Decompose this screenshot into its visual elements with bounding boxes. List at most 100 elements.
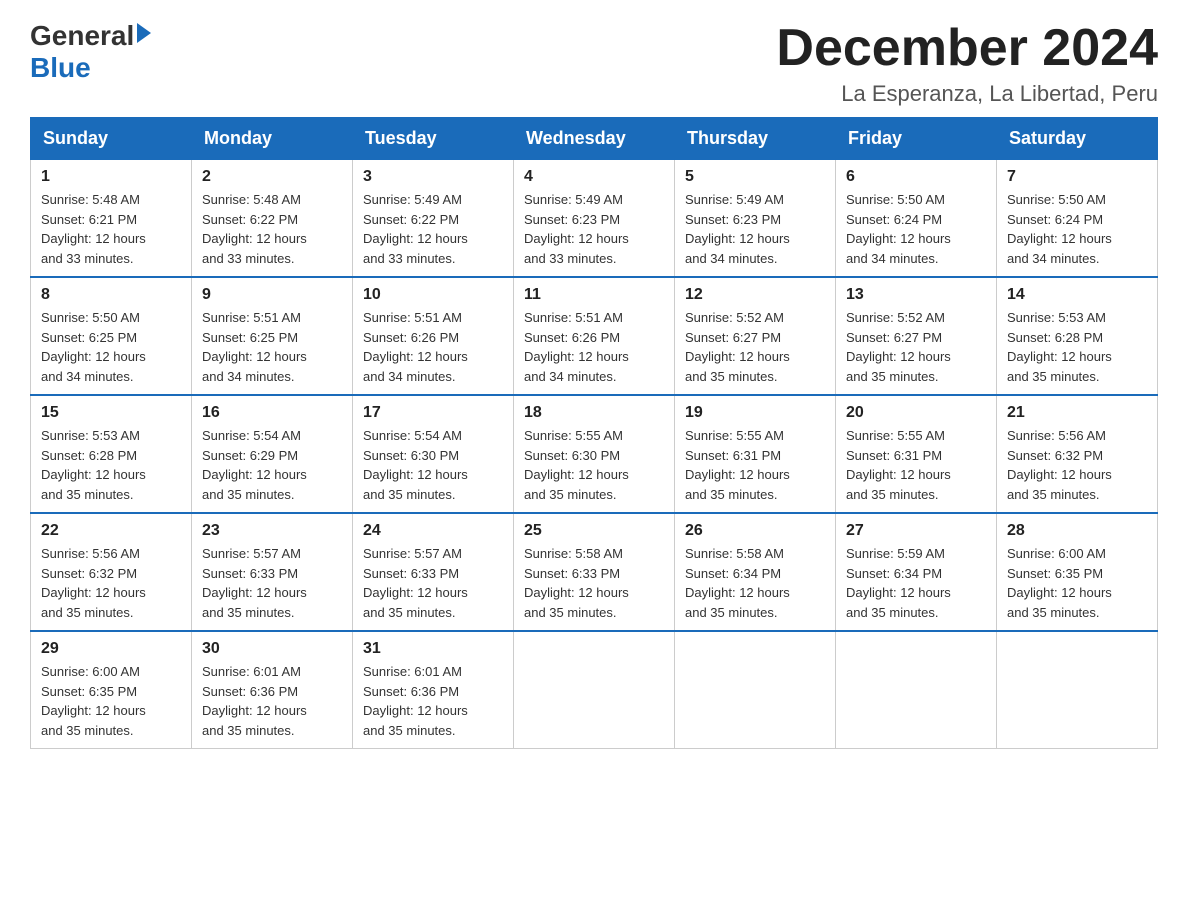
day-number: 20: [846, 404, 986, 422]
day-info: Sunrise: 5:53 AMSunset: 6:28 PMDaylight:…: [41, 428, 146, 502]
calendar-header-row: SundayMondayTuesdayWednesdayThursdayFrid…: [31, 118, 1158, 160]
day-info: Sunrise: 5:49 AMSunset: 6:23 PMDaylight:…: [685, 192, 790, 266]
calendar-cell: [997, 631, 1158, 749]
calendar-title: December 2024: [776, 20, 1158, 77]
day-info: Sunrise: 5:54 AMSunset: 6:30 PMDaylight:…: [363, 428, 468, 502]
day-info: Sunrise: 5:50 AMSunset: 6:24 PMDaylight:…: [1007, 192, 1112, 266]
day-info: Sunrise: 5:55 AMSunset: 6:31 PMDaylight:…: [685, 428, 790, 502]
calendar-cell: 30 Sunrise: 6:01 AMSunset: 6:36 PMDaylig…: [192, 631, 353, 749]
calendar-cell: 1 Sunrise: 5:48 AMSunset: 6:21 PMDayligh…: [31, 160, 192, 278]
day-number: 7: [1007, 168, 1147, 186]
day-number: 14: [1007, 286, 1147, 304]
day-number: 23: [202, 522, 342, 540]
day-info: Sunrise: 6:01 AMSunset: 6:36 PMDaylight:…: [202, 664, 307, 738]
logo-blue-text: Blue: [30, 52, 91, 84]
calendar-cell: [514, 631, 675, 749]
day-info: Sunrise: 5:51 AMSunset: 6:26 PMDaylight:…: [363, 310, 468, 384]
day-info: Sunrise: 5:59 AMSunset: 6:34 PMDaylight:…: [846, 546, 951, 620]
calendar-cell: 21 Sunrise: 5:56 AMSunset: 6:32 PMDaylig…: [997, 395, 1158, 513]
day-info: Sunrise: 5:50 AMSunset: 6:25 PMDaylight:…: [41, 310, 146, 384]
day-number: 6: [846, 168, 986, 186]
calendar-cell: 19 Sunrise: 5:55 AMSunset: 6:31 PMDaylig…: [675, 395, 836, 513]
day-info: Sunrise: 5:51 AMSunset: 6:25 PMDaylight:…: [202, 310, 307, 384]
calendar-cell: 12 Sunrise: 5:52 AMSunset: 6:27 PMDaylig…: [675, 277, 836, 395]
day-number: 8: [41, 286, 181, 304]
column-header-thursday: Thursday: [675, 118, 836, 160]
calendar-cell: 27 Sunrise: 5:59 AMSunset: 6:34 PMDaylig…: [836, 513, 997, 631]
calendar-cell: 4 Sunrise: 5:49 AMSunset: 6:23 PMDayligh…: [514, 160, 675, 278]
day-info: Sunrise: 5:56 AMSunset: 6:32 PMDaylight:…: [1007, 428, 1112, 502]
day-number: 4: [524, 168, 664, 186]
calendar-cell: [675, 631, 836, 749]
calendar-cell: 14 Sunrise: 5:53 AMSunset: 6:28 PMDaylig…: [997, 277, 1158, 395]
day-info: Sunrise: 5:55 AMSunset: 6:30 PMDaylight:…: [524, 428, 629, 502]
day-number: 26: [685, 522, 825, 540]
calendar-cell: 31 Sunrise: 6:01 AMSunset: 6:36 PMDaylig…: [353, 631, 514, 749]
day-info: Sunrise: 5:54 AMSunset: 6:29 PMDaylight:…: [202, 428, 307, 502]
column-header-friday: Friday: [836, 118, 997, 160]
logo-arrow-icon: [137, 23, 151, 43]
day-info: Sunrise: 6:00 AMSunset: 6:35 PMDaylight:…: [1007, 546, 1112, 620]
calendar-cell: 10 Sunrise: 5:51 AMSunset: 6:26 PMDaylig…: [353, 277, 514, 395]
day-number: 1: [41, 168, 181, 186]
day-info: Sunrise: 5:57 AMSunset: 6:33 PMDaylight:…: [363, 546, 468, 620]
calendar-week-row: 29 Sunrise: 6:00 AMSunset: 6:35 PMDaylig…: [31, 631, 1158, 749]
calendar-cell: 15 Sunrise: 5:53 AMSunset: 6:28 PMDaylig…: [31, 395, 192, 513]
day-number: 9: [202, 286, 342, 304]
day-info: Sunrise: 5:56 AMSunset: 6:32 PMDaylight:…: [41, 546, 146, 620]
calendar-week-row: 1 Sunrise: 5:48 AMSunset: 6:21 PMDayligh…: [31, 160, 1158, 278]
day-number: 13: [846, 286, 986, 304]
day-number: 25: [524, 522, 664, 540]
calendar-cell: 18 Sunrise: 5:55 AMSunset: 6:30 PMDaylig…: [514, 395, 675, 513]
day-number: 29: [41, 640, 181, 658]
day-number: 18: [524, 404, 664, 422]
calendar-week-row: 8 Sunrise: 5:50 AMSunset: 6:25 PMDayligh…: [31, 277, 1158, 395]
calendar-cell: 3 Sunrise: 5:49 AMSunset: 6:22 PMDayligh…: [353, 160, 514, 278]
calendar-cell: 22 Sunrise: 5:56 AMSunset: 6:32 PMDaylig…: [31, 513, 192, 631]
column-header-sunday: Sunday: [31, 118, 192, 160]
day-number: 28: [1007, 522, 1147, 540]
calendar-cell: 5 Sunrise: 5:49 AMSunset: 6:23 PMDayligh…: [675, 160, 836, 278]
calendar-subtitle: La Esperanza, La Libertad, Peru: [776, 81, 1158, 107]
calendar-cell: 11 Sunrise: 5:51 AMSunset: 6:26 PMDaylig…: [514, 277, 675, 395]
day-info: Sunrise: 5:49 AMSunset: 6:22 PMDaylight:…: [363, 192, 468, 266]
calendar-table: SundayMondayTuesdayWednesdayThursdayFrid…: [30, 117, 1158, 749]
calendar-week-row: 22 Sunrise: 5:56 AMSunset: 6:32 PMDaylig…: [31, 513, 1158, 631]
title-block: December 2024 La Esperanza, La Libertad,…: [776, 20, 1158, 107]
day-info: Sunrise: 5:51 AMSunset: 6:26 PMDaylight:…: [524, 310, 629, 384]
column-header-saturday: Saturday: [997, 118, 1158, 160]
calendar-cell: 26 Sunrise: 5:58 AMSunset: 6:34 PMDaylig…: [675, 513, 836, 631]
calendar-cell: 17 Sunrise: 5:54 AMSunset: 6:30 PMDaylig…: [353, 395, 514, 513]
calendar-cell: 29 Sunrise: 6:00 AMSunset: 6:35 PMDaylig…: [31, 631, 192, 749]
calendar-cell: 24 Sunrise: 5:57 AMSunset: 6:33 PMDaylig…: [353, 513, 514, 631]
day-number: 11: [524, 286, 664, 304]
day-info: Sunrise: 5:48 AMSunset: 6:22 PMDaylight:…: [202, 192, 307, 266]
calendar-cell: 13 Sunrise: 5:52 AMSunset: 6:27 PMDaylig…: [836, 277, 997, 395]
calendar-cell: 20 Sunrise: 5:55 AMSunset: 6:31 PMDaylig…: [836, 395, 997, 513]
day-info: Sunrise: 5:53 AMSunset: 6:28 PMDaylight:…: [1007, 310, 1112, 384]
day-info: Sunrise: 6:00 AMSunset: 6:35 PMDaylight:…: [41, 664, 146, 738]
calendar-cell: 7 Sunrise: 5:50 AMSunset: 6:24 PMDayligh…: [997, 160, 1158, 278]
calendar-cell: 6 Sunrise: 5:50 AMSunset: 6:24 PMDayligh…: [836, 160, 997, 278]
logo-general-text: General: [30, 20, 134, 52]
calendar-cell: 8 Sunrise: 5:50 AMSunset: 6:25 PMDayligh…: [31, 277, 192, 395]
calendar-week-row: 15 Sunrise: 5:53 AMSunset: 6:28 PMDaylig…: [31, 395, 1158, 513]
column-header-wednesday: Wednesday: [514, 118, 675, 160]
logo: General Blue: [30, 20, 151, 84]
calendar-cell: [836, 631, 997, 749]
calendar-cell: 2 Sunrise: 5:48 AMSunset: 6:22 PMDayligh…: [192, 160, 353, 278]
day-number: 22: [41, 522, 181, 540]
day-info: Sunrise: 5:50 AMSunset: 6:24 PMDaylight:…: [846, 192, 951, 266]
calendar-cell: 25 Sunrise: 5:58 AMSunset: 6:33 PMDaylig…: [514, 513, 675, 631]
day-number: 17: [363, 404, 503, 422]
day-number: 31: [363, 640, 503, 658]
page-header: General Blue December 2024 La Esperanza,…: [30, 20, 1158, 107]
day-info: Sunrise: 6:01 AMSunset: 6:36 PMDaylight:…: [363, 664, 468, 738]
day-number: 16: [202, 404, 342, 422]
day-number: 2: [202, 168, 342, 186]
day-number: 3: [363, 168, 503, 186]
column-header-tuesday: Tuesday: [353, 118, 514, 160]
day-number: 5: [685, 168, 825, 186]
column-header-monday: Monday: [192, 118, 353, 160]
day-info: Sunrise: 5:58 AMSunset: 6:34 PMDaylight:…: [685, 546, 790, 620]
